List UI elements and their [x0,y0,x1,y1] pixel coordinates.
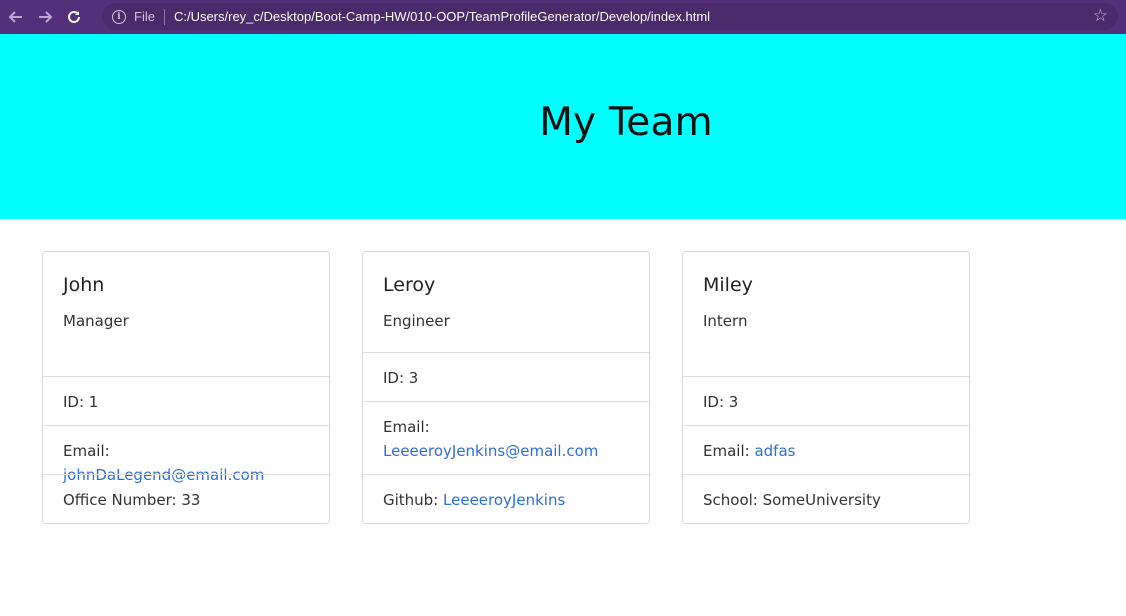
school-text: School: SomeUniversity [703,491,881,509]
github-link[interactable]: LeeeeroyJenkins [443,491,565,509]
office-number-text: Office Number: 33 [63,491,201,509]
address-bar[interactable]: i File C:/Users/rey_c/Desktop/Boot-Camp-… [102,3,1118,30]
employee-id: ID: 3 [683,376,969,425]
employee-card-engineer: Leroy Engineer ID: 3 Email: LeeeeroyJenk… [362,251,650,524]
employee-details: ID: 1 Email: johnDaLegend@email.com Offi… [43,376,329,523]
employee-name: Leroy [383,274,436,296]
back-arrow-icon[interactable] [3,4,29,30]
email-label: Email: [63,442,110,460]
email-label: Email: [383,418,430,436]
file-label: File [134,9,155,24]
page-title: My Team [539,100,713,145]
email-label: Email: [703,442,755,460]
employee-details: ID: 3 Email: adfas School: SomeUniversit… [683,376,969,523]
url-text[interactable]: C:/Users/rey_c/Desktop/Boot-Camp-HW/010-… [174,9,710,24]
employee-name: Miley [703,274,753,296]
email-link[interactable]: adfas [754,442,795,460]
email-link[interactable]: LeeeeroyJenkins@email.com [383,439,629,463]
github-label: Github: [383,491,444,509]
employee-name: John [63,274,105,296]
employee-id: ID: 3 [363,352,649,401]
forward-arrow-icon[interactable] [32,4,58,30]
browser-toolbar: i File C:/Users/rey_c/Desktop/Boot-Camp-… [0,0,1126,34]
employee-email: Email: LeeeeroyJenkins@email.com [363,401,649,474]
employee-role: Manager [63,312,129,330]
employee-school: School: SomeUniversity [683,474,969,523]
employee-office-number: Office Number: 33 [43,474,329,523]
info-icon[interactable]: i [112,9,126,24]
reload-icon[interactable] [61,4,87,30]
employee-github: Github: LeeeeroyJenkins [363,474,649,523]
bookmark-star-icon[interactable]: ☆ [1093,7,1108,25]
employee-role: Engineer [383,312,450,330]
employee-email: Email: johnDaLegend@email.com [43,425,329,484]
employee-email: Email: adfas [683,425,969,474]
employee-card-intern: Miley Intern ID: 3 Email: adfas School: … [682,251,970,524]
page-header: My Team [0,34,1126,219]
employee-id-text: ID: 1 [63,393,99,411]
employee-id-text: ID: 3 [383,369,419,387]
employee-details: ID: 3 Email: LeeeeroyJenkins@email.com G… [363,352,649,523]
divider [163,8,165,25]
employee-id-text: ID: 3 [703,393,739,411]
employee-id: ID: 1 [43,376,329,425]
employee-card-manager: John Manager ID: 1 Email: johnDaLegend@e… [42,251,330,524]
employee-role: Intern [703,312,748,330]
